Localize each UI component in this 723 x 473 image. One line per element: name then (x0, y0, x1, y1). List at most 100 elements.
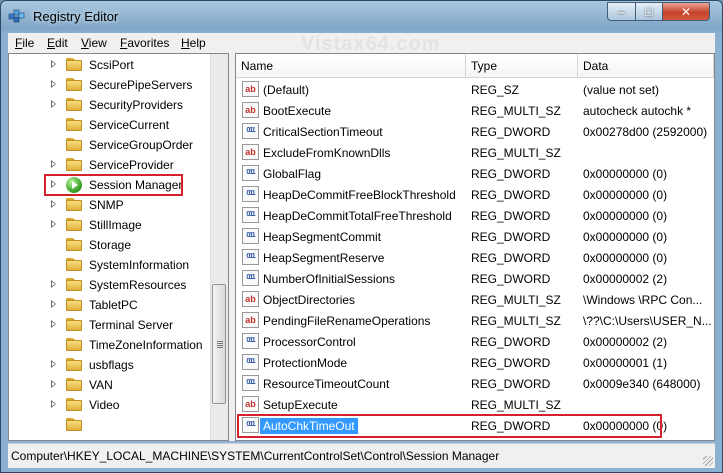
value-name: ProtectionMode (263, 356, 348, 370)
value-row[interactable]: 011 NumberOfInitialSessions REG_DWORD 0x000… (236, 268, 714, 289)
tree-item[interactable]: SecurityProviders (9, 95, 213, 115)
expand-arrow-icon[interactable] (51, 80, 56, 88)
folder-icon (66, 198, 82, 211)
value-row[interactable]: ab PendingFileRenameOperations REG_MULTI_S… (236, 310, 714, 331)
folder-icon (66, 98, 82, 111)
close-button[interactable]: ✕ (662, 2, 710, 21)
expand-arrow-icon[interactable] (51, 400, 56, 408)
expand-arrow-icon[interactable] (51, 100, 56, 108)
value-data: \Windows \RPC Con... (583, 293, 703, 307)
tree-item[interactable]: VAN (9, 375, 213, 395)
value-data: \??\C:\Users\USER_N... (583, 314, 711, 328)
tree-item[interactable]: SystemResources (9, 275, 213, 295)
tree-item[interactable]: SecurePipeServers (9, 75, 213, 95)
value-name: HeapDeCommitFreeBlockThreshold (263, 188, 456, 202)
scrollbar-thumb[interactable] (212, 284, 226, 404)
tree-item[interactable]: Video (9, 395, 213, 415)
expand-arrow-icon[interactable] (51, 360, 56, 368)
value-row[interactable]: ab BootExecute REG_MULTI_SZ autocheck autoc… (236, 100, 714, 121)
tree-item[interactable]: Terminal Server (9, 315, 213, 335)
folder-icon (66, 238, 82, 251)
tree-item[interactable]: SystemInformation (9, 255, 213, 275)
expand-arrow-icon[interactable] (51, 300, 56, 308)
tree-item[interactable]: ServiceGroupOrder (9, 135, 213, 155)
expand-arrow-icon[interactable] (51, 280, 56, 288)
string-value-icon: ab (242, 312, 259, 328)
tree-item-label: ScsiPort (89, 58, 134, 72)
column-header-type[interactable]: Type (466, 54, 578, 78)
expand-arrow-icon[interactable] (51, 60, 56, 68)
expand-arrow-icon[interactable] (51, 200, 56, 208)
tree-item[interactable] (9, 415, 213, 435)
value-data: 0x00000001 (1) (583, 356, 668, 370)
tree-item-label: SystemInformation (89, 258, 190, 272)
value-row[interactable]: ab ObjectDirectories REG_MULTI_SZ \Windows … (236, 289, 714, 310)
tree-item[interactable]: TimeZoneInformation (9, 335, 213, 355)
expand-arrow-icon[interactable] (51, 160, 56, 168)
title-bar[interactable]: Registry Editor – □ ✕ (1, 1, 722, 31)
menu-view[interactable]: View (81, 36, 107, 50)
tree-item[interactable]: ServiceProvider (9, 155, 213, 175)
tree-item-label: Storage (89, 238, 132, 252)
value-name: (Default) (263, 83, 310, 97)
value-name: HeapSegmentCommit (263, 230, 382, 244)
binary-value-icon: 011 (242, 165, 259, 181)
value-row[interactable]: 011 HeapDeCommitTotalFreeThreshold REG_DWO… (236, 205, 714, 226)
expand-arrow-icon[interactable] (51, 220, 56, 228)
values-pane[interactable]: Name Type Data ab (Default) REG_SZ (value n… (235, 53, 715, 441)
value-row[interactable]: 011 HeapSegmentCommit REG_DWORD 0x00000000 … (236, 226, 714, 247)
value-row[interactable]: 011 CriticalSectionTimeout REG_DWORD 0x0027… (236, 121, 714, 142)
tree-item[interactable]: SNMP (9, 195, 213, 215)
tree-item[interactable]: ServiceCurrent (9, 115, 213, 135)
value-row[interactable]: 011 ProcessorControl REG_DWORD 0x00000002 (… (236, 331, 714, 352)
binary-value-icon: 011 (242, 270, 259, 286)
resize-grip[interactable] (703, 456, 713, 466)
folder-icon (66, 58, 82, 71)
value-type: REG_MULTI_SZ (471, 104, 561, 118)
expand-arrow-icon[interactable] (51, 380, 56, 388)
column-header-data[interactable]: Data (578, 54, 714, 78)
value-row[interactable]: 011 GlobalFlag REG_DWORD 0x00000000 (0) (236, 163, 714, 184)
tree-scrollbar[interactable] (210, 54, 228, 440)
tree-item[interactable]: Storage (9, 235, 213, 255)
tree-item[interactable]: TabletPC (9, 295, 213, 315)
value-data: 0x00000000 (0) (583, 167, 668, 181)
folder-icon (66, 298, 82, 311)
value-type: REG_DWORD (471, 125, 551, 139)
tree-item-label: ServiceCurrent (89, 118, 170, 132)
menu-edit[interactable]: Edit (47, 36, 68, 50)
value-row[interactable]: ab ExcludeFromKnownDlls REG_MULTI_SZ (236, 142, 714, 163)
minimize-button[interactable]: – (607, 2, 636, 21)
client-area: ScsiPort SecurePipeServers SecurityProvide… (8, 53, 715, 441)
value-type: REG_DWORD (471, 251, 551, 265)
menu-help[interactable]: Help (181, 36, 206, 50)
menu-favorites[interactable]: Favorites (120, 36, 169, 50)
key-tree-pane[interactable]: ScsiPort SecurePipeServers SecurityProvide… (8, 53, 229, 441)
value-row[interactable]: 011 HeapDeCommitFreeBlockThreshold REG_DWO… (236, 184, 714, 205)
folder-icon (66, 378, 82, 391)
column-header-name[interactable]: Name (236, 54, 466, 78)
value-row[interactable]: 011 HeapSegmentReserve REG_DWORD 0x00000000… (236, 247, 714, 268)
tree-item-label: usbflags (89, 358, 134, 372)
value-data: 0x00000002 (2) (583, 335, 668, 349)
value-name: ProcessorControl (263, 335, 356, 349)
value-data: 0x00000002 (2) (583, 272, 668, 286)
value-name: GlobalFlag (263, 167, 322, 181)
tree-item[interactable]: StillImage (9, 215, 213, 235)
value-name: HeapSegmentReserve (263, 251, 385, 265)
tree-item[interactable]: ScsiPort (9, 55, 213, 75)
value-name: ObjectDirectories (263, 293, 356, 307)
value-name: CriticalSectionTimeout (263, 125, 383, 139)
expand-arrow-icon[interactable] (51, 320, 56, 328)
value-name: SetupExecute (263, 398, 338, 412)
folder-icon (66, 158, 82, 171)
tree-item[interactable]: usbflags (9, 355, 213, 375)
value-row[interactable]: 011 ResourceTimeoutCount REG_DWORD 0x0009e3… (236, 373, 714, 394)
maximize-button[interactable]: □ (635, 2, 663, 21)
value-data: 0x00000000 (0) (583, 209, 668, 223)
value-row[interactable]: ab SetupExecute REG_MULTI_SZ (236, 394, 714, 415)
menu-file[interactable]: File (15, 36, 34, 50)
value-row[interactable]: ab (Default) REG_SZ (value not set) (236, 79, 714, 100)
tree-item-label: VAN (89, 378, 113, 392)
value-row[interactable]: 011 ProtectionMode REG_DWORD 0x00000001 (1) (236, 352, 714, 373)
